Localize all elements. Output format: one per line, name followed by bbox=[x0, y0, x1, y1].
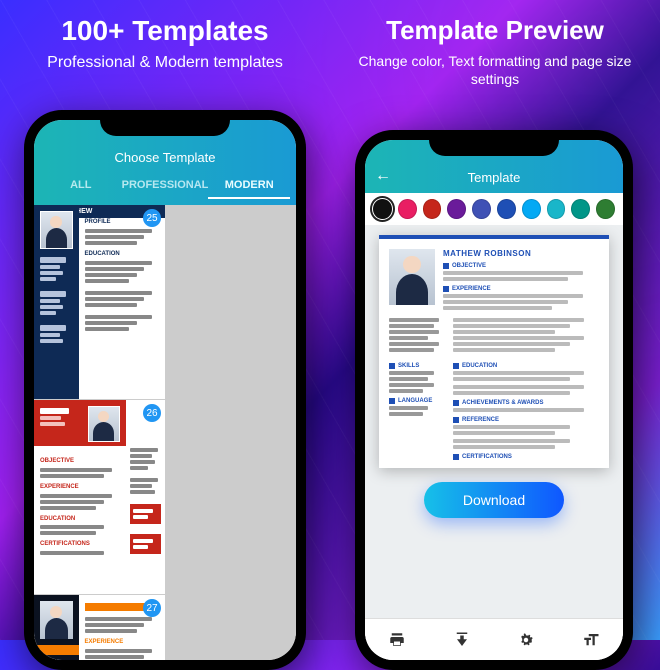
template-card[interactable]: 25 JOHN MATHEW PROFIL bbox=[34, 205, 165, 399]
color-swatch[interactable] bbox=[571, 199, 590, 219]
color-swatch[interactable] bbox=[596, 199, 615, 219]
appbar-label: Template bbox=[468, 170, 521, 185]
color-swatch[interactable] bbox=[447, 199, 466, 219]
color-swatch[interactable] bbox=[497, 199, 516, 219]
color-swatch[interactable] bbox=[423, 199, 442, 219]
resume-preview[interactable]: MATHEW ROBINSON OBJECTIVE EXPERIENCE bbox=[379, 235, 609, 468]
color-swatch[interactable] bbox=[398, 199, 417, 219]
template-tabs: ALL PROFESSIONAL MODERN bbox=[34, 173, 296, 205]
left-phone-frame: Choose Template ALL PROFESSIONAL MODERN … bbox=[24, 110, 306, 670]
template-number-badge: 26 bbox=[143, 404, 161, 422]
right-headline: Template Preview bbox=[386, 15, 604, 46]
template-card[interactable]: 26 OBJE bbox=[34, 400, 165, 594]
avatar bbox=[389, 249, 435, 305]
tab-professional[interactable]: PROFESSIONAL bbox=[122, 173, 209, 199]
resume-name: MATHEW ROBINSON bbox=[443, 249, 599, 258]
bottom-toolbar bbox=[365, 618, 623, 660]
right-subtitle: Change color, Text formatting and page s… bbox=[345, 52, 645, 88]
left-subtitle: Professional & Modern templates bbox=[47, 53, 283, 74]
color-swatch[interactable] bbox=[547, 199, 566, 219]
right-phone-frame: ← Template MATHEW ROBINSON OBJECTIVE EXP… bbox=[355, 130, 633, 670]
template-number-badge: 27 bbox=[143, 599, 161, 617]
tab-all[interactable]: ALL bbox=[40, 173, 122, 199]
template-grid: 25 JOHN MATHEW PROFIL bbox=[34, 205, 296, 660]
color-swatch[interactable] bbox=[522, 199, 541, 219]
color-swatches bbox=[365, 193, 623, 225]
template-number-badge: 25 bbox=[143, 209, 161, 227]
download-button[interactable]: Download bbox=[424, 482, 564, 518]
left-headline: 100+ Templates bbox=[61, 15, 268, 47]
tab-modern[interactable]: MODERN bbox=[208, 173, 290, 199]
back-icon[interactable]: ← bbox=[375, 167, 391, 185]
color-swatch[interactable] bbox=[373, 199, 392, 219]
color-swatch[interactable] bbox=[472, 199, 491, 219]
template-card[interactable]: 27 bbox=[34, 595, 165, 660]
